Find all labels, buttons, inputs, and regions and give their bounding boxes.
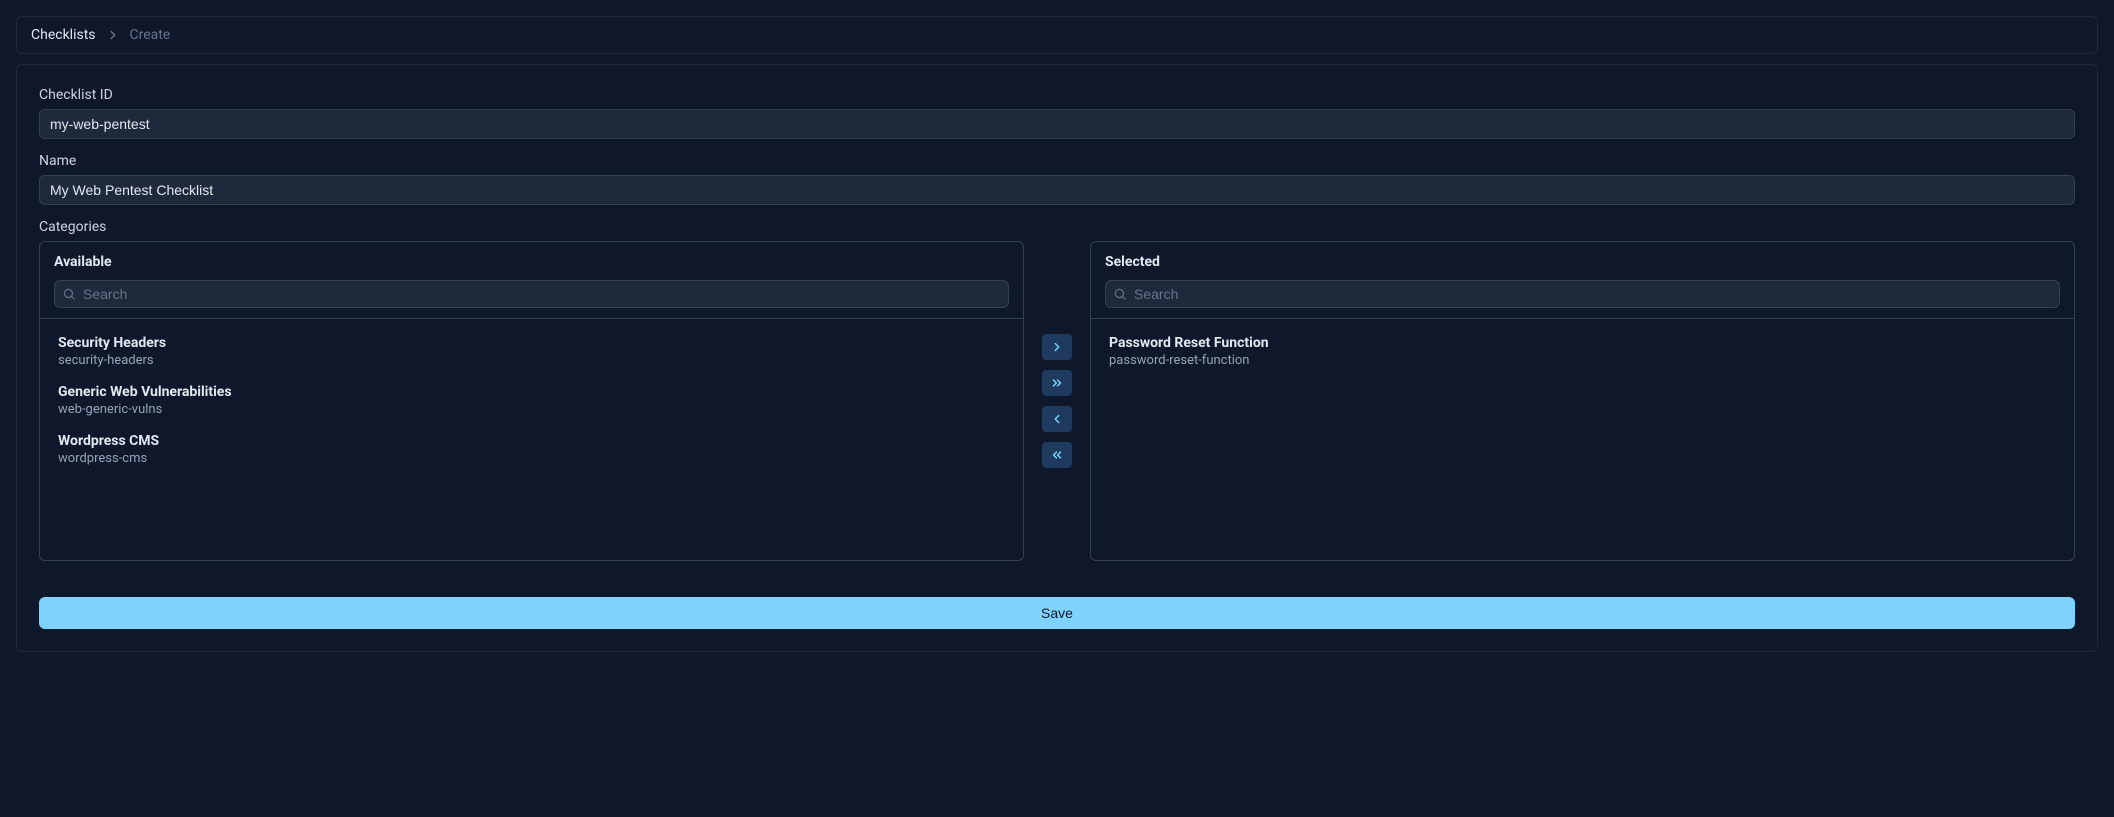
chevrons-right-icon <box>1050 376 1064 390</box>
move-right-button[interactable] <box>1042 334 1072 360</box>
available-panel: Available Security Headers security-head… <box>39 241 1024 561</box>
breadcrumb-root[interactable]: Checklists <box>31 27 96 43</box>
list-item[interactable]: Security Headers security-headers <box>48 327 1015 376</box>
available-search-input[interactable] <box>54 280 1009 308</box>
list-item-id: security-headers <box>58 353 1005 368</box>
breadcrumb-current: Create <box>130 27 171 43</box>
dual-list: Available Security Headers security-head… <box>39 241 2075 561</box>
selected-list: Password Reset Function password-reset-f… <box>1091 319 2074 560</box>
list-item[interactable]: Generic Web Vulnerabilities web-generic-… <box>48 376 1015 425</box>
list-item-title: Wordpress CMS <box>58 433 1005 449</box>
available-list: Security Headers security-headers Generi… <box>40 319 1023 560</box>
list-item-id: password-reset-function <box>1109 353 2056 368</box>
selected-panel: Selected Password Reset Function passwor… <box>1090 241 2075 561</box>
list-item[interactable]: Password Reset Function password-reset-f… <box>1099 327 2066 376</box>
list-item-id: web-generic-vulns <box>58 402 1005 417</box>
list-item-title: Generic Web Vulnerabilities <box>58 384 1005 400</box>
checklist-id-group: Checklist ID <box>39 87 2075 139</box>
search-icon <box>62 287 76 301</box>
checklist-id-label: Checklist ID <box>39 87 2075 103</box>
categories-label: Categories <box>39 219 2075 235</box>
save-button[interactable]: Save <box>39 597 2075 629</box>
list-item[interactable]: Wordpress CMS wordpress-cms <box>48 425 1015 474</box>
categories-group: Categories Available Security Head <box>39 219 2075 561</box>
breadcrumb: Checklists Create <box>16 16 2098 54</box>
name-label: Name <box>39 153 2075 169</box>
checklist-id-input[interactable] <box>39 109 2075 139</box>
selected-title: Selected <box>1105 254 2060 270</box>
move-all-left-button[interactable] <box>1042 442 1072 468</box>
move-all-right-button[interactable] <box>1042 370 1072 396</box>
search-icon <box>1113 287 1127 301</box>
chevrons-left-icon <box>1050 448 1064 462</box>
name-group: Name <box>39 153 2075 205</box>
chevron-left-icon <box>1050 412 1064 426</box>
move-left-button[interactable] <box>1042 406 1072 432</box>
chevron-right-icon <box>1050 340 1064 354</box>
chevron-right-icon <box>106 28 120 42</box>
list-item-title: Password Reset Function <box>1109 335 2056 351</box>
list-item-id: wordpress-cms <box>58 451 1005 466</box>
name-input[interactable] <box>39 175 2075 205</box>
available-title: Available <box>54 254 1009 270</box>
transfer-controls <box>1038 241 1076 561</box>
list-item-title: Security Headers <box>58 335 1005 351</box>
form-card: Checklist ID Name Categories Available <box>16 64 2098 652</box>
selected-search-input[interactable] <box>1105 280 2060 308</box>
